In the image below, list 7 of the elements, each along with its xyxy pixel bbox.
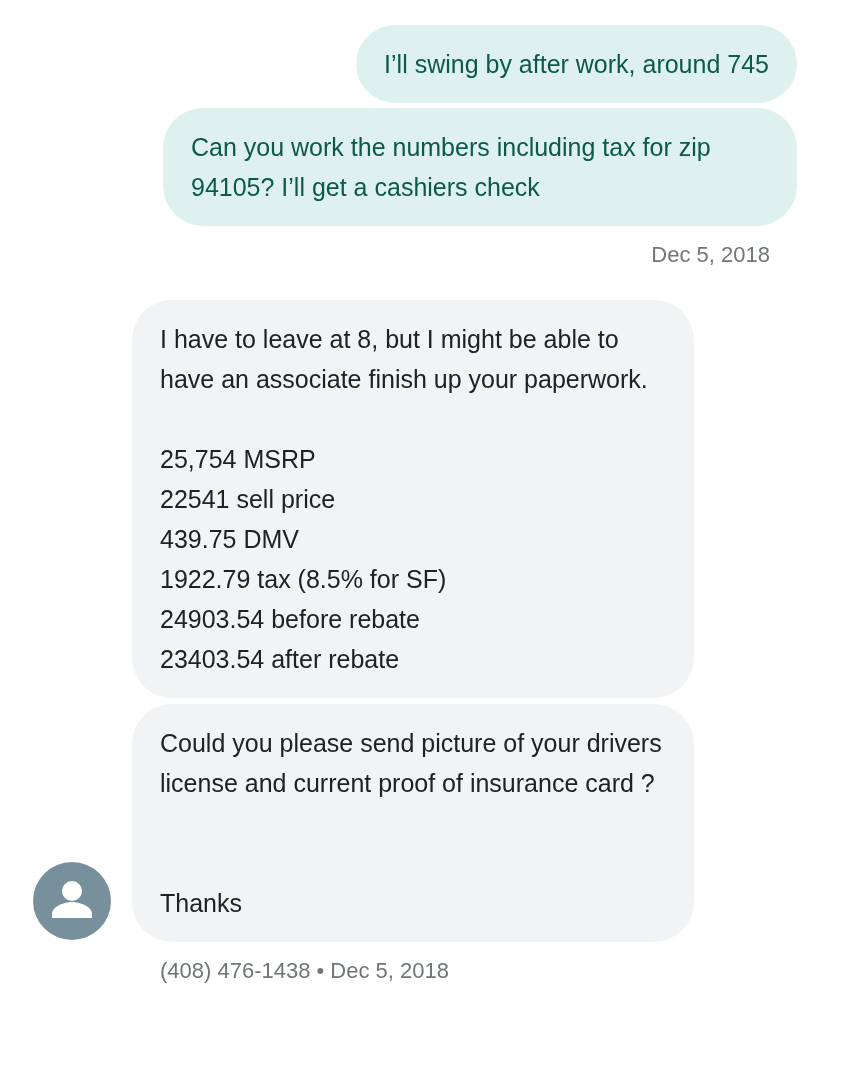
sender-info: (408) 476-1438 • Dec 5, 2018 <box>160 957 450 985</box>
sent-message: Can you work the numbers including tax for zip 94105? I’ll get a cashiers check <box>163 108 797 226</box>
contact-avatar-icon <box>33 862 111 940</box>
message-timestamp: Dec 5, 2018 <box>651 241 770 269</box>
sent-message: I’ll swing by after work, around 745 <box>356 25 797 103</box>
received-message: Could you please send picture of your drivers license and current proof of insurance card ? Thanks <box>132 704 694 942</box>
received-message: I have to leave at 8, but I might be able to have an associate finish up your paperwork. 25,754 MSRP 22541 sell price 439.75 DMV 1922.79 tax (8.5% for SF) 24903.54 before rebate 23403.54 after rebate <box>132 300 694 698</box>
